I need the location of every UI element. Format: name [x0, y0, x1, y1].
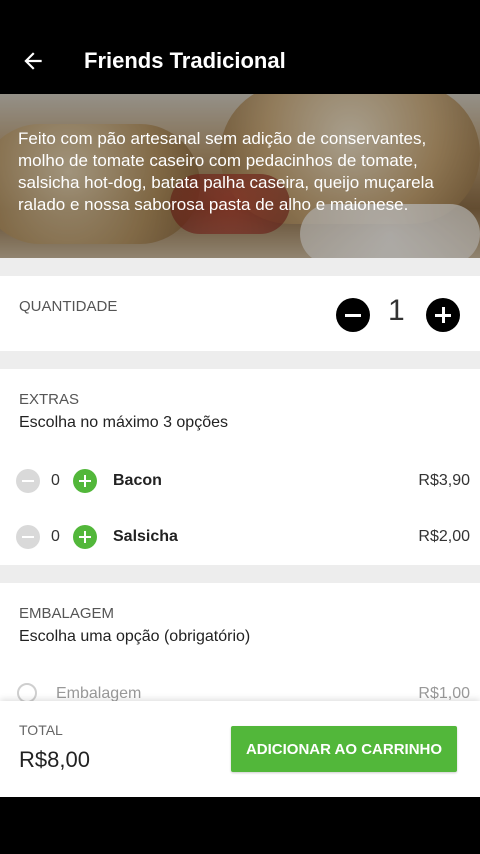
system-navigation-bar — [0, 797, 480, 854]
quantity-value: 1 — [388, 294, 405, 327]
extras-section: EXTRAS Escolha no máximo 3 opções 0 Baco… — [0, 369, 480, 565]
packaging-radio[interactable] — [17, 683, 37, 703]
divider — [0, 258, 480, 276]
product-image: Feito com pão artesanal sem adição de co… — [0, 94, 480, 258]
quantity-section: QUANTIDADE 1 — [0, 276, 480, 351]
product-description: Feito com pão artesanal sem adição de co… — [18, 129, 434, 214]
bacon-label: Bacon — [113, 472, 162, 489]
bacon-count: 0 — [51, 472, 60, 489]
increase-salsicha-button[interactable] — [73, 525, 97, 549]
checkout-bar: TOTAL R$8,00 ADICIONAR AO CARRINHO — [0, 701, 480, 797]
packaging-title: EMBALAGEM — [19, 605, 115, 622]
bacon-price: R$3,90 — [418, 472, 470, 489]
extras-title: EXTRAS — [19, 391, 80, 408]
app-bar: Friends Tradicional — [0, 0, 480, 94]
list-item: 0 Salsicha R$2,00 — [0, 517, 480, 557]
page-title: Friends Tradicional — [84, 48, 286, 73]
packaging-subtitle: Escolha uma opção (obrigatório) — [19, 628, 251, 645]
increase-quantity-button[interactable] — [426, 298, 460, 332]
list-item: 0 Bacon R$3,90 — [0, 461, 480, 501]
quantity-label: QUANTIDADE — [19, 298, 118, 315]
increase-bacon-button[interactable] — [73, 469, 97, 493]
divider — [0, 565, 480, 583]
divider — [0, 351, 480, 369]
salsicha-count: 0 — [51, 528, 60, 545]
minus-icon — [345, 314, 361, 317]
extras-subtitle: Escolha no máximo 3 opções — [19, 414, 228, 431]
salsicha-label: Salsicha — [113, 528, 178, 545]
arrow-left-icon[interactable] — [20, 48, 46, 74]
total-label: TOTAL — [19, 722, 63, 738]
packaging-section: EMBALAGEM Escolha uma opção (obrigatório… — [0, 583, 480, 703]
decrease-salsicha-button[interactable] — [16, 525, 40, 549]
add-to-cart-button[interactable]: ADICIONAR AO CARRINHO — [231, 726, 457, 772]
total-value: R$8,00 — [19, 747, 90, 772]
salsicha-price: R$2,00 — [418, 528, 470, 545]
decrease-bacon-button[interactable] — [16, 469, 40, 493]
decrease-quantity-button[interactable] — [336, 298, 370, 332]
